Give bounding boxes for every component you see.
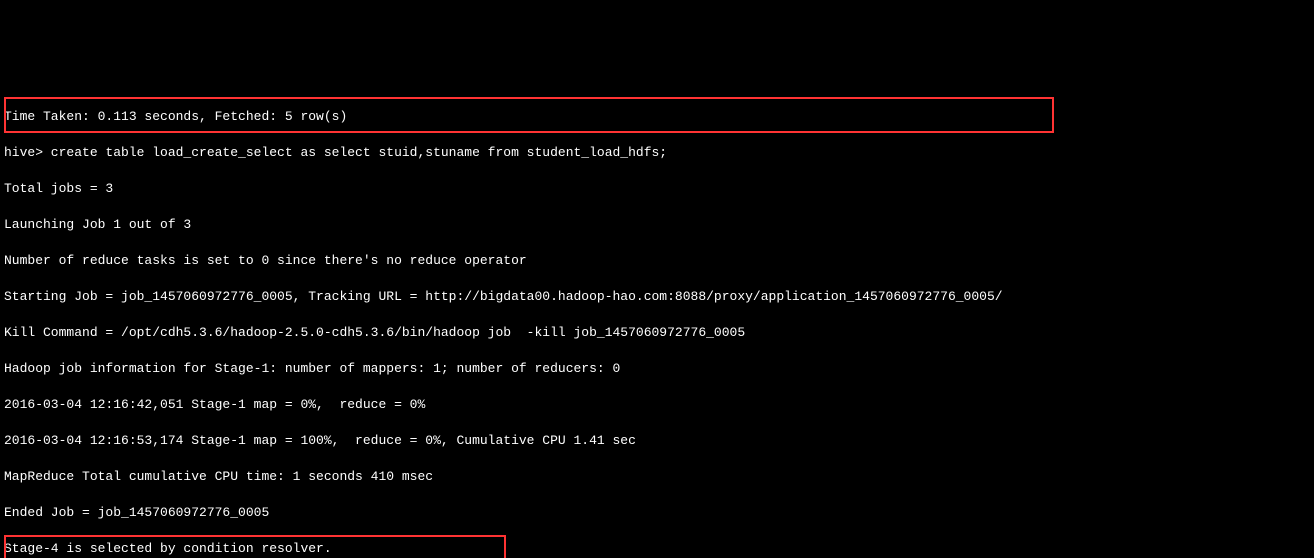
output-line: Total jobs = 3	[4, 180, 1310, 198]
output-line: MapReduce Total cumulative CPU time: 1 s…	[4, 468, 1310, 486]
output-line: Time Taken: 0.113 seconds, Fetched: 5 ro…	[4, 108, 1310, 126]
output-line: Kill Command = /opt/cdh5.3.6/hadoop-2.5.…	[4, 324, 1310, 342]
hive-prompt-create-table: hive> create table load_create_select as…	[4, 144, 1310, 162]
output-line: Hadoop job information for Stage-1: numb…	[4, 360, 1310, 378]
output-line: Ended Job = job_1457060972776_0005	[4, 504, 1310, 522]
output-line: 2016-03-04 12:16:53,174 Stage-1 map = 10…	[4, 432, 1310, 450]
output-line: Starting Job = job_1457060972776_0005, T…	[4, 288, 1310, 306]
output-line: Stage-4 is selected by condition resolve…	[4, 540, 1310, 558]
terminal-output[interactable]: Time Taken: 0.113 seconds, Fetched: 5 ro…	[0, 90, 1314, 558]
output-line: Number of reduce tasks is set to 0 since…	[4, 252, 1310, 270]
output-line: Launching Job 1 out of 3	[4, 216, 1310, 234]
output-line: 2016-03-04 12:16:42,051 Stage-1 map = 0%…	[4, 396, 1310, 414]
